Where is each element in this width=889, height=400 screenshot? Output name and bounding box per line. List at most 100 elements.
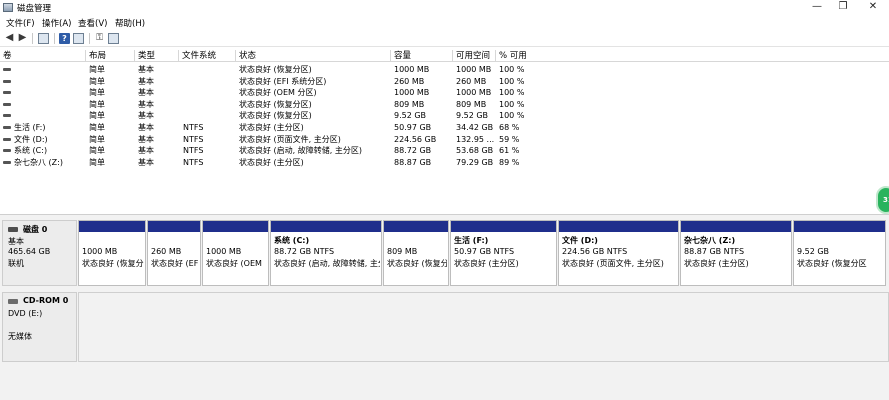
close-button[interactable]: ✕ [856,0,889,15]
volume-name: 杂七杂八 (Z:) [14,157,63,167]
volume-row[interactable]: 系统 (C:) 简单 基本 NTFS 状态良好 (启动, 故障转储, 主分区) 88.72… [0,145,889,157]
partition-status: 状态良好 (主分区) [684,259,749,268]
partition-status: 状态良好 (主分区) [454,259,519,268]
menu-help[interactable]: 帮助(H) [115,17,145,29]
disk-0-label[interactable]: 磁盘 0 基本 465.64 GB 联机 [2,220,77,286]
partition-block[interactable]: 1000 MB 状态良好 (OEM [202,220,269,286]
partition-block[interactable]: 杂七杂八 (Z:) 88.87 GB NTFS 状态良好 (主分区) [680,220,792,286]
title-bar: 磁盘管理 — ❐ ✕ [0,0,889,15]
volume-percent-free: 100 % [499,99,525,109]
volume-filesystem: NTFS [183,123,204,132]
volume-status: 状态良好 (主分区) [239,157,304,167]
key-icon[interactable]: ⚿ [94,33,105,44]
partition-status: 状态良好 (恢复分 [82,259,144,268]
volume-name: 系统 (C:) [14,146,48,156]
floating-badge[interactable]: 31 [876,186,889,214]
volume-row[interactable]: 杂七杂八 (Z:) 简单 基本 NTFS 状态良好 (主分区) 88.87 GB 79.29… [0,157,889,169]
volume-row[interactable]: 简单 基本 状态良好 (恢复分区) 809 MB 809 MB 100 % [0,99,889,111]
volume-row[interactable]: 简单 基本 状态良好 (EFI 系统分区) 260 MB 260 MB 100 % [0,76,889,88]
menu-file[interactable]: 文件(F) [6,17,35,29]
toolbar-separator [89,33,90,44]
volume-layout: 简单 [89,76,105,86]
disk-0-status: 联机 [8,259,24,268]
volume-icon [3,149,11,153]
column-header-filesystem[interactable]: 文件系统 [179,50,236,62]
disk-icon [8,227,18,232]
menu-bar: 文件(F) 操作(A) 查看(V) 帮助(H) [0,15,889,30]
partition-size: 50.97 GB NTFS [454,247,515,256]
volume-capacity: 1000 MB [394,88,430,98]
volume-name: 文件 (D:) [14,134,48,144]
volume-percent-free: 100 % [499,76,525,86]
volume-capacity: 88.72 GB [394,146,432,156]
partition-block[interactable]: 系统 (C:) 88.72 GB NTFS 状态良好 (启动, 故障转储, 主分 [270,220,382,286]
volume-row[interactable]: 简单 基本 状态良好 (恢复分区) 1000 MB 1000 MB 100 % [0,64,889,76]
cdrom-0-name: CD-ROM 0 [23,296,69,305]
partition-block[interactable]: 文件 (D:) 224.56 GB NTFS 状态良好 (页面文件, 主分区) [558,220,679,286]
column-header-type[interactable]: 类型 [135,50,179,62]
volume-capacity: 260 MB [394,76,425,86]
partition-block[interactable]: 1000 MB 状态良好 (恢复分 [78,220,146,286]
volume-status: 状态良好 (启动, 故障转储, 主分区) [239,146,362,156]
properties-icon[interactable] [73,33,84,44]
partition-size: 88.72 GB NTFS [274,247,335,256]
volume-percent-free: 59 % [499,134,520,144]
volume-list: 卷 布局 类型 文件系统 状态 容量 可用空间 % 可用 简单 基本 状态良好 (恢… [0,50,889,213]
column-header-status[interactable]: 状态 [236,50,391,62]
partition-status: 状态良好 (恢复分区 [797,259,867,268]
volume-status: 状态良好 (OEM 分区) [239,88,317,98]
volume-layout: 简单 [89,157,105,167]
column-header-percent-free[interactable]: % 可用 [496,50,889,62]
volume-row[interactable]: 生活 (F:) 简单 基本 NTFS 状态良好 (主分区) 50.97 GB 34.42 G… [0,122,889,134]
toolbar: ◀ ▶ ? ⚿ [0,30,889,47]
back-arrow-icon[interactable]: ◀ [4,33,15,44]
forward-arrow-icon[interactable]: ▶ [17,33,28,44]
volume-free-space: 1000 MB [456,88,492,98]
volume-row[interactable]: 文件 (D:) 简单 基本 NTFS 状态良好 (页面文件, 主分区) 224.56 GB… [0,134,889,146]
partition-block[interactable]: 9.52 GB 状态良好 (恢复分区 [793,220,886,286]
up-pane-icon[interactable] [38,33,49,44]
volume-status: 状态良好 (恢复分区) [239,65,312,74]
column-header-free-space[interactable]: 可用空间 [453,50,496,62]
partition-status: 状态良好 (恢复分 [387,259,447,268]
volume-name: 生活 (F:) [14,123,46,132]
volume-filesystem: NTFS [183,134,204,144]
volume-status: 状态良好 (恢复分区) [239,111,312,121]
volume-row[interactable]: 简单 基本 状态良好 (恢复分区) 9.52 GB 9.52 GB 100 % [0,110,889,122]
menu-view[interactable]: 查看(V) [78,17,107,29]
volume-percent-free: 61 % [499,146,520,156]
partition-size: 1000 MB [82,247,118,256]
menu-action[interactable]: 操作(A) [42,17,71,29]
maximize-button[interactable]: ❐ [826,0,860,15]
volume-layout: 简单 [89,134,105,144]
volume-type: 基本 [138,157,154,167]
volume-icon [3,137,11,141]
volume-free-space: 260 MB [456,76,487,86]
toolbar-separator [54,33,55,44]
partition-name: 系统 (C:) [274,236,310,245]
column-header-layout[interactable]: 布局 [86,50,135,62]
list-view-icon[interactable] [108,33,119,44]
partition-block[interactable]: 260 MB 状态良好 (EF [147,220,201,286]
volume-icon [3,91,11,95]
partition-block[interactable]: 生活 (F:) 50.97 GB NTFS 状态良好 (主分区) [450,220,557,286]
cdrom-0-label[interactable]: CD-ROM 0 DVD (E:) 无媒体 [2,292,77,362]
volume-layout: 简单 [89,123,105,132]
volume-percent-free: 100 % [499,88,525,98]
volume-icon [3,160,11,164]
partition-name: 杂七杂八 (Z:) [684,236,736,245]
help-icon[interactable]: ? [59,33,70,44]
volume-row[interactable]: 简单 基本 状态良好 (OEM 分区) 1000 MB 1000 MB 100 % [0,87,889,99]
column-header-volume[interactable]: 卷 [0,50,86,62]
partition-header-bar [681,221,791,232]
cdrom-0-area[interactable] [78,292,889,362]
volume-free-space: 9.52 GB [456,111,489,121]
partition-name: 生活 (F:) [454,236,489,245]
cdrom-icon [8,299,18,304]
volume-percent-free: 68 % [499,123,520,132]
partition-block[interactable]: 809 MB 状态良好 (恢复分 [383,220,449,286]
disk-0-size: 465.64 GB [8,247,51,256]
column-header-capacity[interactable]: 容量 [391,50,453,62]
volume-percent-free: 89 % [499,157,520,167]
partition-header-bar [559,221,678,232]
